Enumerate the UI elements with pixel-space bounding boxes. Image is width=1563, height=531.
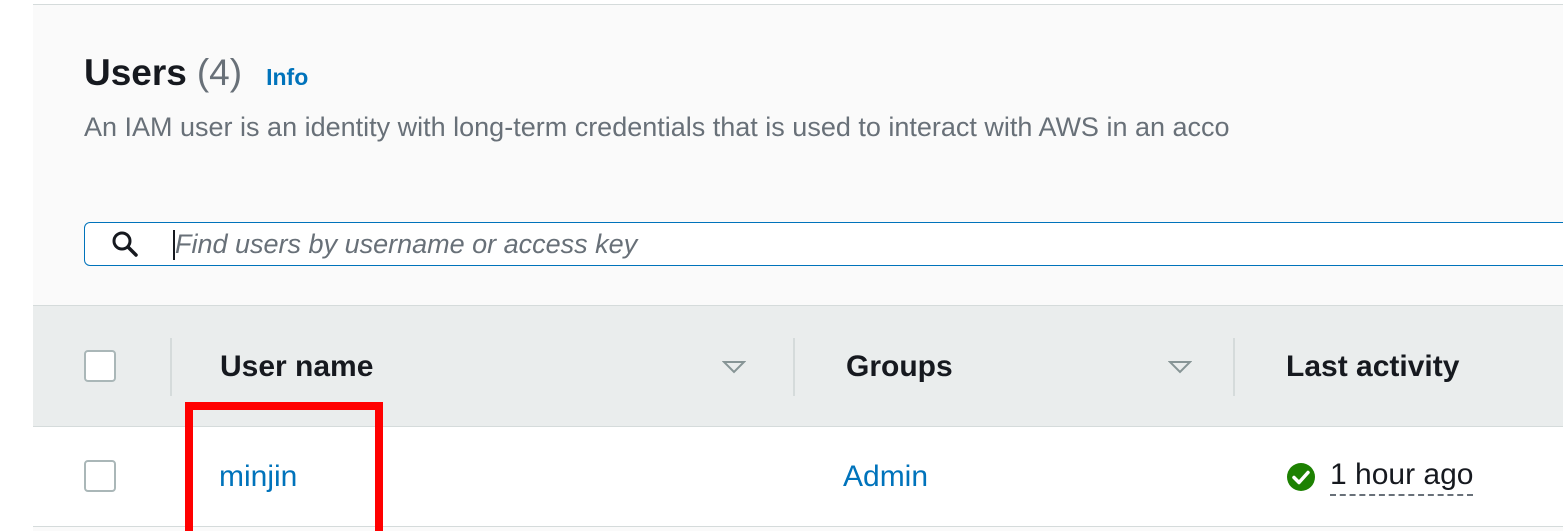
users-header: Users (4) Info <box>84 52 308 94</box>
column-divider <box>170 338 172 396</box>
last-activity-value: 1 hour ago <box>1330 458 1474 496</box>
select-all-checkbox[interactable] <box>84 350 116 382</box>
check-circle-icon <box>1287 463 1315 491</box>
caret-down-icon[interactable] <box>1168 360 1192 374</box>
user-count: (4) <box>196 52 243 93</box>
search-field[interactable] <box>84 222 1563 266</box>
caret-down-icon[interactable] <box>722 360 746 374</box>
page-description: An IAM user is an identity with long-ter… <box>84 112 1230 142</box>
column-divider <box>793 338 795 396</box>
column-header-last-activity[interactable]: Last activity <box>1286 350 1459 384</box>
column-header-user-name[interactable]: User name <box>220 350 373 384</box>
page-title: Users <box>84 52 187 93</box>
column-header-groups[interactable]: Groups <box>846 350 953 384</box>
column-divider <box>1233 338 1235 396</box>
search-icon <box>112 231 138 257</box>
search-input[interactable] <box>175 223 1555 265</box>
last-activity-cell: 1 hour ago <box>1286 458 1474 496</box>
group-link[interactable]: Admin <box>843 460 928 494</box>
iam-users-page: Users (4) Info An IAM user is an identit… <box>0 0 1563 531</box>
highlight-annotation <box>185 402 383 531</box>
info-link[interactable]: Info <box>266 64 308 91</box>
row-checkbox[interactable] <box>84 460 116 492</box>
